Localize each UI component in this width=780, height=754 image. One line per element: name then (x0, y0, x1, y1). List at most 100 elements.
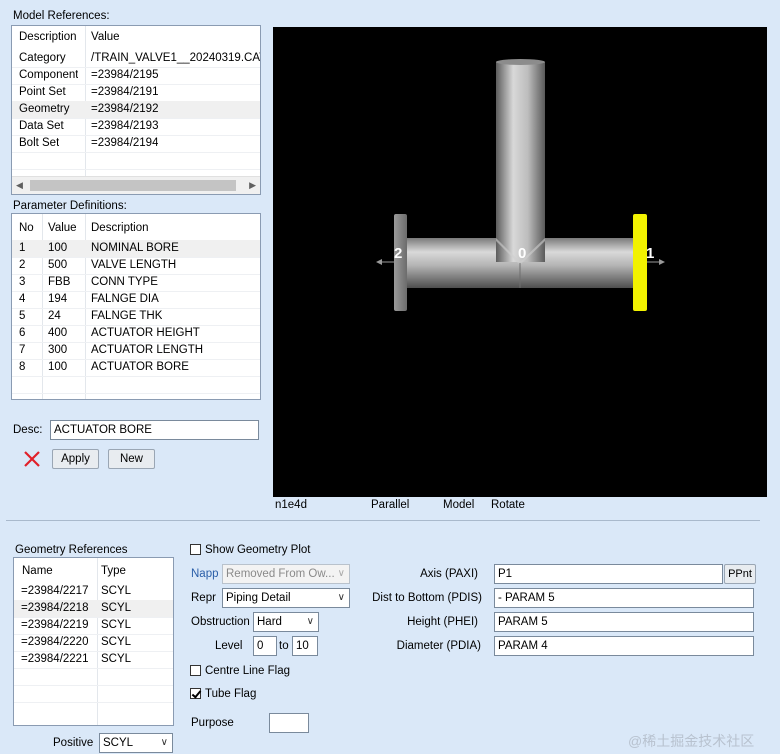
delete-icon[interactable] (22, 449, 42, 469)
view-action[interactable]: Rotate (491, 499, 525, 511)
view-element-name: n1e4d (275, 499, 307, 511)
level-to-input[interactable]: 10 (292, 636, 318, 656)
row-number: 2 (19, 259, 26, 271)
column-header-value[interactable]: Value (91, 31, 120, 43)
table-row[interactable]: =23984/2219 SCYL (14, 617, 173, 635)
row-value: 500 (48, 259, 68, 271)
napp-label: Napp (191, 568, 219, 580)
apply-button[interactable]: Apply (52, 449, 99, 469)
table-row[interactable]: 7 300 ACTUATOR LENGTH (12, 342, 260, 360)
row-value: =23984/2194 (91, 137, 159, 149)
table-row[interactable]: Bolt Set =23984/2194 (12, 135, 260, 153)
new-button[interactable]: New (108, 449, 155, 469)
row-description: Component (19, 69, 79, 81)
repr-select[interactable]: Piping Detail ∨ (222, 588, 350, 608)
scroll-left-icon[interactable]: ◀ (16, 180, 23, 191)
row-name: =23984/2220 (21, 636, 89, 648)
model-references-title: Model References: (13, 10, 110, 22)
view-mode[interactable]: Model (443, 499, 474, 511)
view-projection[interactable]: Parallel (371, 499, 409, 511)
row-value: 400 (48, 327, 68, 339)
table-row[interactable]: =23984/2220 SCYL (14, 634, 173, 652)
show-geometry-plot-label: Show Geometry Plot (205, 544, 311, 556)
diameter-input[interactable]: PARAM 4 (494, 636, 754, 656)
row-number: 3 (19, 276, 26, 288)
table-row-empty (14, 685, 173, 703)
row-type: SCYL (101, 653, 132, 665)
scrollbar-thumb[interactable] (30, 180, 236, 191)
table-row[interactable]: Category /TRAIN_VALVE1__20240319.CAT (12, 50, 260, 68)
point-label-0: 0 (518, 245, 526, 262)
actuator-top (496, 59, 545, 65)
purpose-label: Purpose (191, 717, 234, 729)
tube-flag-checkbox[interactable] (190, 688, 201, 699)
height-input[interactable]: PARAM 5 (494, 612, 754, 632)
dist-to-bottom-input[interactable]: - PARAM 5 (494, 588, 754, 608)
chevron-down-icon: ∨ (160, 737, 168, 748)
obstruction-select[interactable]: Hard ∨ (253, 612, 319, 632)
row-value: FBB (48, 276, 71, 288)
column-header-no[interactable]: No (19, 222, 34, 234)
table-row[interactable]: 3 FBB CONN TYPE (12, 274, 260, 292)
table-row[interactable]: 2 500 VALVE LENGTH (12, 257, 260, 275)
horizontal-scrollbar[interactable]: ◀ ▶ (12, 176, 260, 194)
row-name: =23984/2219 (21, 619, 89, 631)
geometry-references-grid[interactable]: Name Type =23984/2217 SCYL =23984/2218 S… (13, 557, 174, 726)
positive-select-value: SCYL (103, 737, 134, 749)
column-header-type[interactable]: Type (101, 565, 126, 577)
show-geometry-plot-checkbox[interactable] (190, 544, 201, 555)
table-row-selected[interactable]: Geometry =23984/2192 (12, 101, 260, 119)
actuator-cylinder (496, 62, 545, 262)
table-row[interactable]: 8 100 ACTUATOR BORE (12, 359, 260, 377)
row-description: Category (19, 52, 66, 64)
table-row[interactable]: 5 24 FALNGE THK (12, 308, 260, 326)
height-label: Height (PHEI) (407, 616, 478, 628)
pick-point-button[interactable]: PPnt (724, 564, 756, 584)
point-label-2: 2 (394, 245, 402, 262)
left-flange (394, 214, 407, 311)
table-row[interactable]: =23984/2221 SCYL (14, 651, 173, 669)
table-row[interactable]: Data Set =23984/2193 (12, 118, 260, 136)
table-row-selected[interactable]: =23984/2218 SCYL (14, 600, 173, 618)
right-flange-highlighted (633, 214, 647, 311)
row-description: ACTUATOR HEIGHT (91, 327, 200, 339)
table-row-empty (12, 376, 260, 394)
column-header-description[interactable]: Description (19, 31, 77, 43)
row-description: Point Set (19, 86, 66, 98)
3d-viewport[interactable]: 2 0 1 (273, 27, 767, 497)
row-description: Data Set (19, 120, 64, 132)
model-references-grid[interactable]: Description Value Category /TRAIN_VALVE1… (11, 25, 261, 195)
desc-label: Desc: (13, 424, 43, 436)
chevron-down-icon: ∨ (337, 568, 345, 579)
row-value: 100 (48, 361, 68, 373)
row-value: 194 (48, 293, 68, 305)
row-number: 5 (19, 310, 26, 322)
table-row[interactable]: 4 194 FALNGE DIA (12, 291, 260, 309)
row-type: SCYL (101, 636, 132, 648)
row-type: SCYL (101, 619, 132, 631)
centre-line-flag-checkbox[interactable] (190, 665, 201, 676)
scroll-right-icon[interactable]: ▶ (249, 180, 256, 191)
level-from-input[interactable]: 0 (253, 636, 277, 656)
purpose-input[interactable] (269, 713, 309, 733)
row-description: ACTUATOR LENGTH (91, 344, 204, 356)
column-header-description[interactable]: Description (91, 222, 149, 234)
row-value: 100 (48, 242, 68, 254)
parameter-definitions-grid[interactable]: No Value Description 1 100 NOMINAL BORE … (11, 213, 261, 400)
positive-label: Positive (53, 737, 94, 749)
axis-input[interactable]: P1 (494, 564, 723, 584)
row-description: FALNGE DIA (91, 293, 159, 305)
table-row[interactable]: =23984/2217 SCYL (14, 583, 173, 601)
table-row[interactable]: Point Set =23984/2191 (12, 84, 260, 102)
table-row-selected[interactable]: 1 100 NOMINAL BORE (12, 240, 260, 258)
column-header-value[interactable]: Value (48, 222, 77, 234)
napp-select-value: Removed From Ow... (226, 568, 335, 580)
table-row[interactable]: Component =23984/2195 (12, 67, 260, 85)
level-to-label: to (279, 640, 289, 652)
table-row[interactable]: 6 400 ACTUATOR HEIGHT (12, 325, 260, 343)
positive-select[interactable]: SCYL ∨ (99, 733, 173, 753)
column-header-name[interactable]: Name (22, 565, 53, 577)
desc-input[interactable]: ACTUATOR BORE (50, 420, 259, 440)
row-description: CONN TYPE (91, 276, 158, 288)
point-label-1: 1 (646, 245, 654, 262)
